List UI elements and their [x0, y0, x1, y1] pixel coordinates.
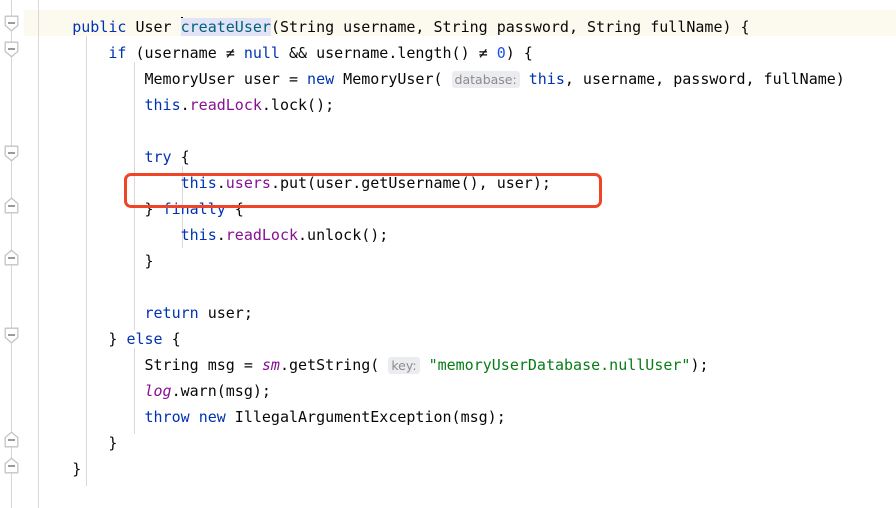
code-line[interactable]: throw new IllegalArgumentException(msg); — [0, 404, 896, 430]
code-token: } — [0, 252, 154, 270]
code-token: (String username, String password, Strin… — [270, 18, 750, 36]
code-token: User — [126, 18, 181, 36]
code-token: new — [198, 408, 226, 426]
highlighted-identifier: createUser — [180, 18, 271, 36]
code-line[interactable]: try { — [0, 144, 896, 170]
code-token: sm — [261, 356, 280, 374]
code-line[interactable] — [0, 118, 896, 144]
code-token: ) { — [505, 44, 533, 62]
code-token: { — [171, 148, 190, 166]
code-line[interactable]: } else { — [0, 326, 896, 352]
code-token: MemoryUser( — [334, 70, 443, 88]
code-token: } — [0, 330, 127, 348]
code-token: this — [528, 70, 565, 88]
code-text-area[interactable]: public User createUser(String username, … — [0, 0, 896, 508]
code-line[interactable]: public User createUser(String username, … — [0, 14, 896, 40]
code-token: readLock — [225, 226, 299, 244]
inlay-parameter-hint[interactable]: key: — [388, 357, 420, 374]
code-token: .lock(); — [261, 96, 335, 114]
code-token: IllegalArgumentException(msg); — [225, 408, 506, 426]
code-line[interactable]: return user; — [0, 300, 896, 326]
code-token: && username.length() ≠ — [279, 44, 497, 62]
code-line[interactable]: this.readLock.unlock(); — [0, 222, 896, 248]
code-token: public — [72, 18, 127, 36]
code-token: (username ≠ — [126, 44, 244, 62]
code-token: throw — [144, 408, 190, 426]
code-token: } — [0, 460, 82, 478]
code-line[interactable] — [0, 274, 896, 300]
code-token: } — [0, 434, 118, 452]
code-line[interactable]: } — [0, 456, 896, 482]
code-token: { — [162, 330, 181, 348]
code-token: MemoryUser user = — [0, 70, 308, 88]
code-token: return — [144, 304, 199, 322]
inlay-parameter-hint[interactable]: database: — [451, 71, 520, 88]
annotation-rectangle — [124, 173, 602, 208]
code-token: user; — [198, 304, 253, 322]
code-token: String msg = — [0, 356, 262, 374]
code-token: ); — [690, 356, 709, 374]
code-token: readLock — [189, 96, 262, 114]
code-token: .unlock(); — [298, 226, 389, 244]
code-editor[interactable]: public User createUser(String username, … — [0, 0, 896, 508]
code-line[interactable]: MemoryUser user = new MemoryUser( databa… — [0, 66, 896, 92]
code-line[interactable]: this.readLock.lock(); — [0, 92, 896, 118]
code-token: , username, password, fullName) — [564, 70, 845, 88]
code-token: try — [144, 148, 172, 166]
code-line[interactable]: String msg = sm.getString( key: "memoryU… — [0, 352, 896, 378]
code-token: . — [180, 96, 190, 114]
code-token: this — [144, 96, 181, 114]
code-line[interactable]: if (username ≠ null && username.length()… — [0, 40, 896, 66]
code-token: this — [180, 226, 217, 244]
code-token: else — [126, 330, 163, 348]
code-token: .warn(msg); — [171, 382, 271, 400]
code-line[interactable]: } — [0, 430, 896, 456]
code-token: log — [144, 382, 172, 400]
code-token: if — [108, 44, 127, 62]
code-token: .getString( — [279, 356, 380, 374]
code-token: new — [307, 70, 335, 88]
code-token: 0 — [496, 44, 506, 62]
code-token: null — [243, 44, 280, 62]
code-line[interactable]: log.warn(msg); — [0, 378, 896, 404]
code-token: . — [216, 226, 226, 244]
code-line[interactable]: } — [0, 248, 896, 274]
code-token: "memoryUserDatabase.nullUser" — [428, 356, 691, 374]
